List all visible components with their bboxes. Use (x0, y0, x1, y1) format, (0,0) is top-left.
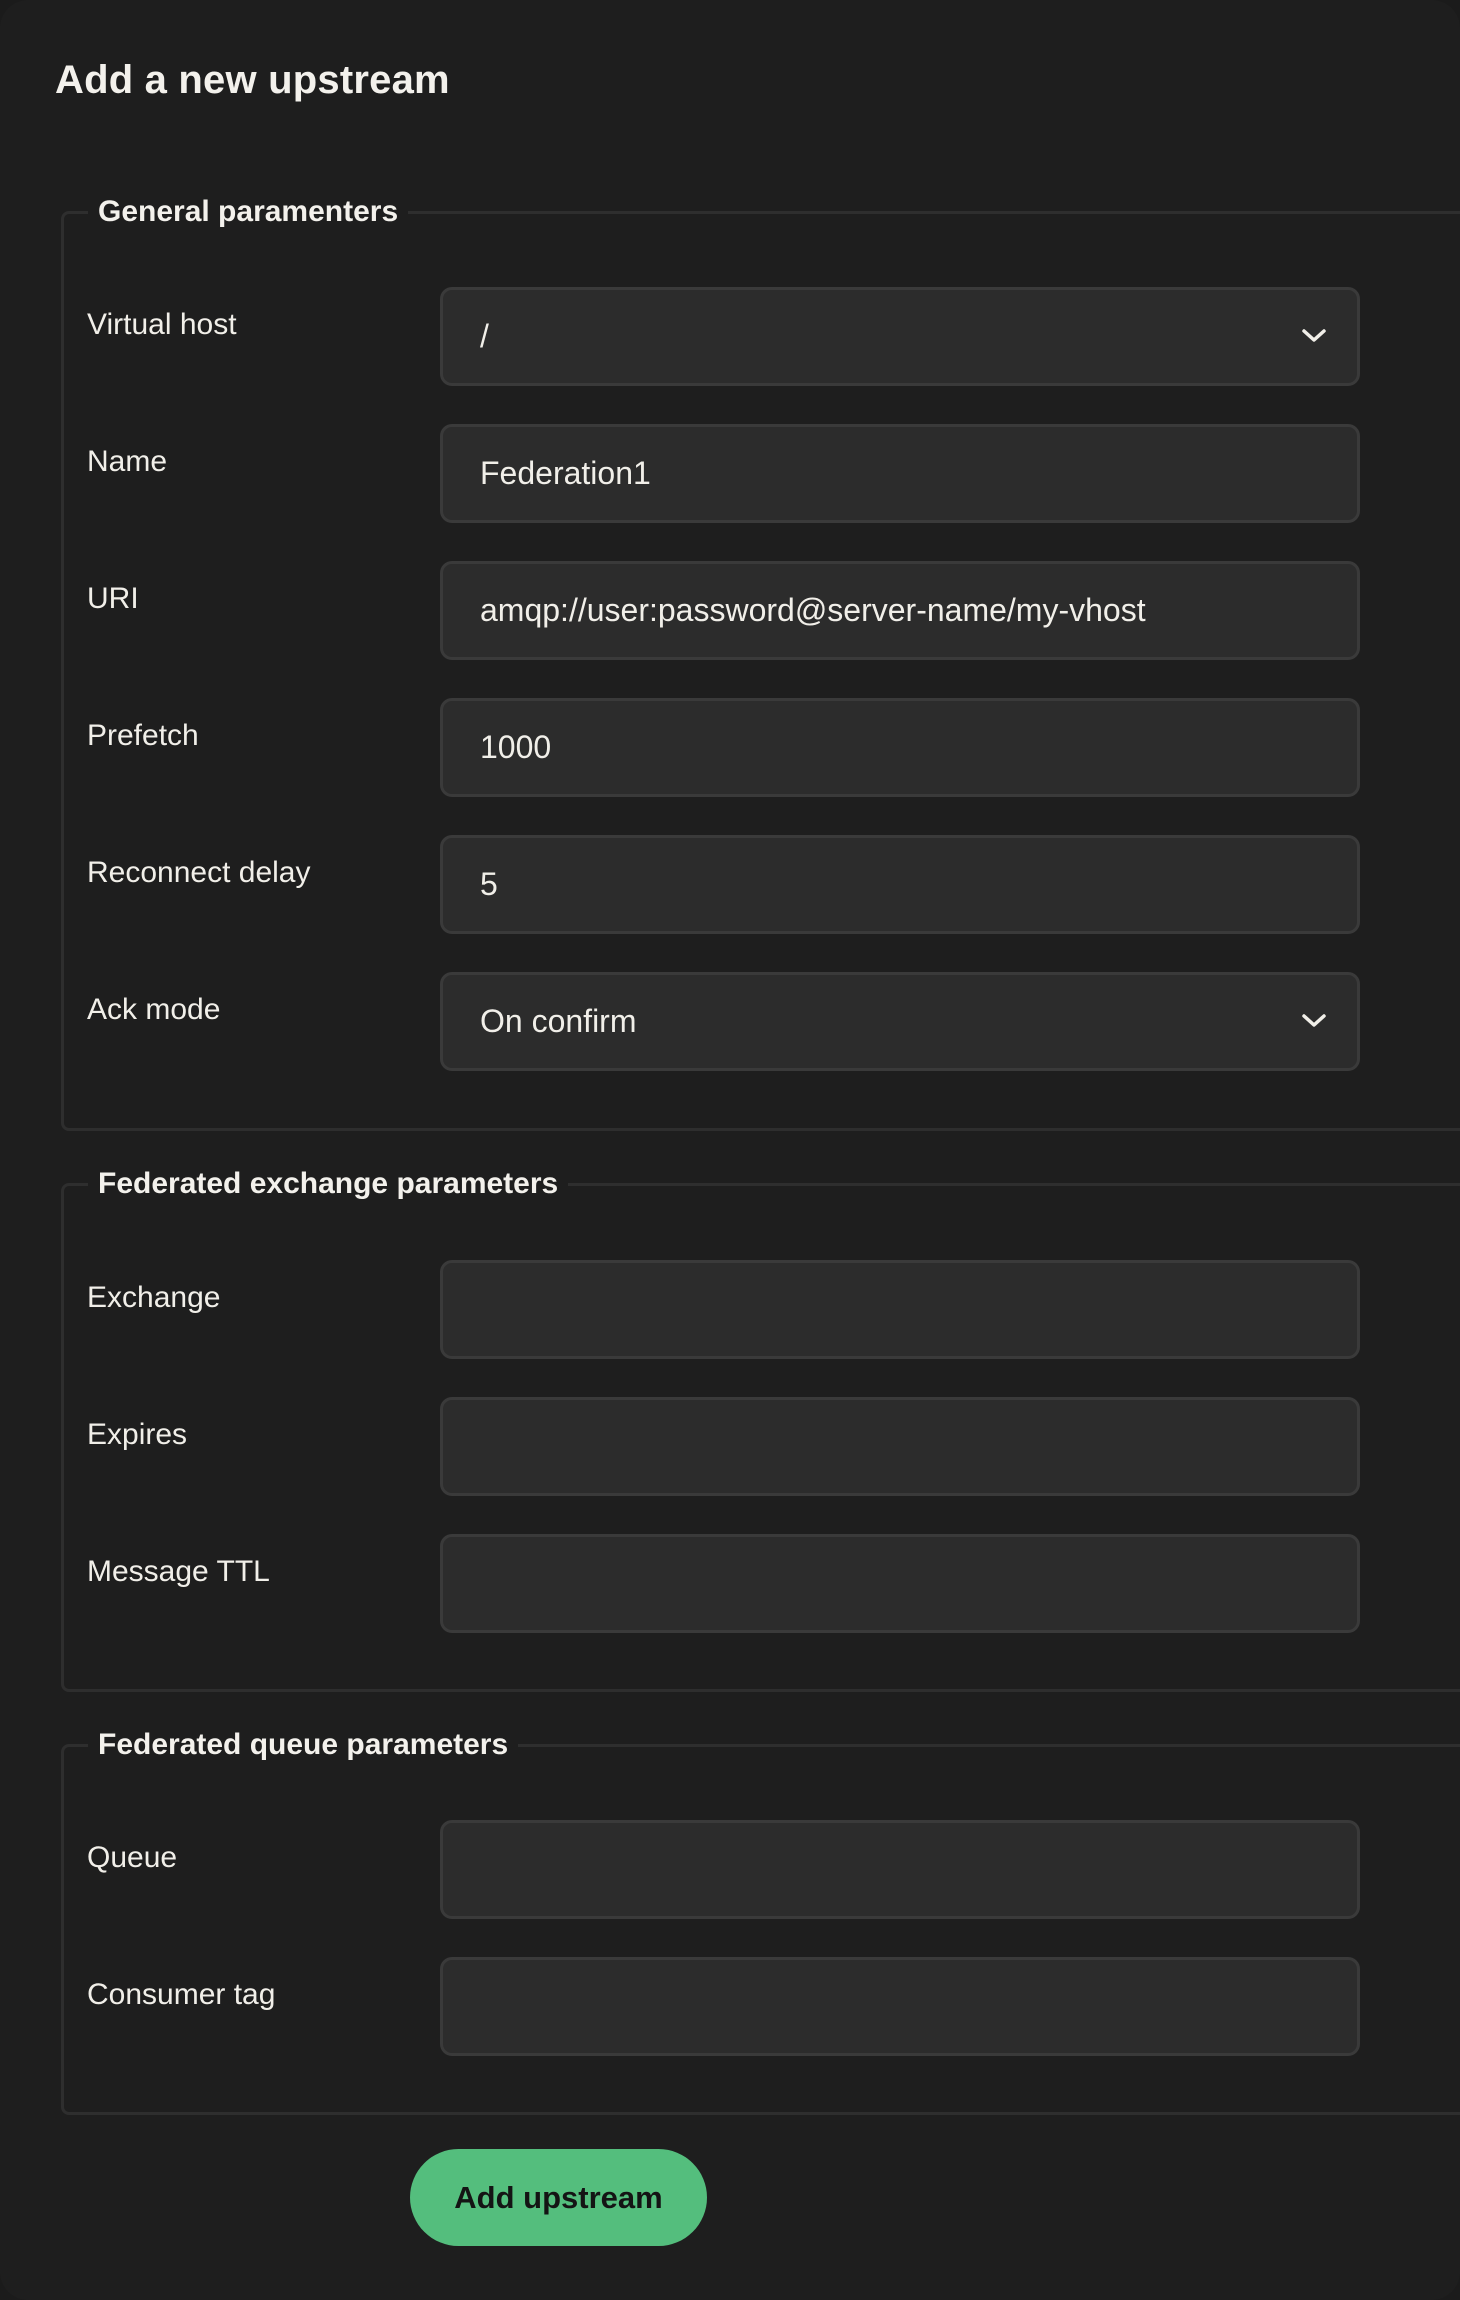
virtual-host-row: Virtual host / (64, 287, 1460, 386)
consumer-tag-row: Consumer tag (64, 1957, 1460, 2056)
virtual-host-value: / (480, 318, 489, 354)
uri-input[interactable] (440, 561, 1360, 660)
uri-label: URI (87, 582, 139, 615)
prefetch-label: Prefetch (87, 719, 199, 752)
queue-input[interactable] (440, 1820, 1360, 1919)
general-parameters-fieldset: General paramenters Virtual host / Name … (61, 190, 1460, 1131)
queue-parameters-fieldset: Federated queue parameters Queue Consume… (61, 1723, 1460, 2115)
reconnect-delay-input[interactable] (440, 835, 1360, 934)
add-upstream-page: Add a new upstream General paramenters V… (0, 0, 1460, 2300)
add-upstream-button[interactable]: Add upstream (410, 2149, 707, 2246)
name-label: Name (87, 445, 168, 478)
expires-label: Expires (87, 1418, 188, 1451)
uri-row: URI (64, 561, 1460, 660)
reconnect-delay-row: Reconnect delay (64, 835, 1460, 934)
expires-row: Expires (64, 1397, 1460, 1496)
message-ttl-row: Message TTL (64, 1534, 1460, 1633)
virtual-host-label: Virtual host (87, 308, 237, 341)
name-row: Name (64, 424, 1460, 523)
ack-mode-select[interactable]: On confirm (440, 972, 1360, 1071)
exchange-parameters-fieldset: Federated exchange parameters Exchange E… (61, 1162, 1460, 1692)
consumer-tag-label: Consumer tag (87, 1978, 276, 2011)
consumer-tag-input[interactable] (440, 1957, 1360, 2056)
exchange-parameters-legend: Federated exchange parameters (88, 1162, 569, 1206)
queue-parameters-legend: Federated queue parameters (88, 1723, 519, 1767)
ack-mode-row: Ack mode On confirm (64, 972, 1460, 1071)
expires-input[interactable] (440, 1397, 1360, 1496)
prefetch-input[interactable] (440, 698, 1360, 797)
ack-mode-value: On confirm (480, 1003, 637, 1039)
message-ttl-label: Message TTL (87, 1555, 270, 1588)
prefetch-row: Prefetch (64, 698, 1460, 797)
queue-label: Queue (87, 1841, 178, 1874)
exchange-input[interactable] (440, 1260, 1360, 1359)
queue-row: Queue (64, 1820, 1460, 1919)
message-ttl-input[interactable] (440, 1534, 1360, 1633)
general-parameters-legend: General paramenters (88, 190, 409, 234)
virtual-host-select[interactable]: / (440, 287, 1360, 386)
exchange-label: Exchange (87, 1281, 221, 1314)
name-input[interactable] (440, 424, 1360, 523)
chevron-down-icon (1302, 1014, 1326, 1027)
reconnect-delay-label: Reconnect delay (87, 856, 311, 889)
page-title: Add a new upstream (55, 58, 450, 102)
exchange-row: Exchange (64, 1260, 1460, 1359)
ack-mode-label: Ack mode (87, 993, 221, 1026)
chevron-down-icon (1302, 329, 1326, 342)
